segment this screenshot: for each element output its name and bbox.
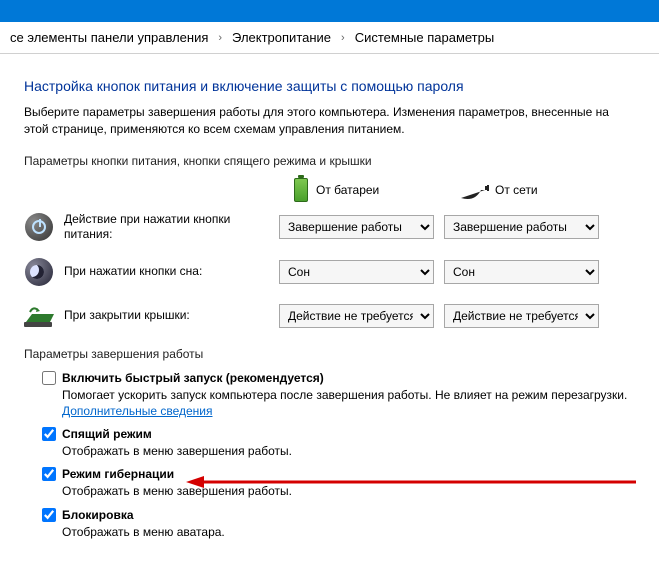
page-title: Настройка кнопок питания и включение защ… [24, 78, 635, 94]
sleep-button-battery-select[interactable]: Сон [279, 260, 434, 284]
row-label-power-button: Действие при нажатии кнопки питания: [64, 212, 279, 243]
power-button-settings: От батареи От сети Действие при нажатии … [24, 178, 635, 331]
sleep-label: Спящий режим [62, 427, 152, 441]
power-button-ac-select[interactable]: Завершение работы [444, 215, 599, 239]
sleep-checkbox[interactable] [42, 427, 56, 441]
breadcrumb-item[interactable]: се элементы панели управления [10, 30, 208, 45]
fast-startup-label: Включить быстрый запуск (рекомендуется) [62, 371, 324, 385]
lid-ac-select[interactable]: Действие не требуется [444, 304, 599, 328]
lock-row: Блокировка [42, 508, 635, 522]
more-info-link[interactable]: Дополнительные сведения [62, 404, 212, 418]
battery-icon [294, 178, 308, 202]
plug-icon [459, 182, 487, 198]
column-label-battery: От батареи [316, 183, 379, 197]
row-power-button: Действие при нажатии кнопки питания: Зав… [24, 212, 635, 243]
breadcrumb-item[interactable]: Электропитание [232, 30, 331, 45]
sleep-desc: Отображать в меню завершения работы. [62, 443, 635, 459]
column-header-ac: От сети [459, 182, 614, 198]
shutdown-settings-section: Параметры завершения работы Включить быс… [24, 347, 635, 540]
power-button-icon [24, 212, 54, 242]
row-label-sleep-button: При нажатии кнопки сна: [64, 264, 279, 280]
lock-desc: Отображать в меню аватара. [62, 524, 635, 540]
power-button-battery-select[interactable]: Завершение работы [279, 215, 434, 239]
hibernate-desc: Отображать в меню завершения работы. [62, 483, 635, 499]
breadcrumb-item[interactable]: Системные параметры [355, 30, 494, 45]
fast-startup-desc: Помогает ускорить запуск компьютера посл… [62, 387, 635, 419]
content-area: Настройка кнопок питания и включение защ… [0, 54, 659, 540]
fast-startup-checkbox[interactable] [42, 371, 56, 385]
hibernate-row: Режим гибернации [42, 467, 635, 481]
row-lid-close: При закрытии крышки: Действие не требует… [24, 301, 635, 331]
sleep-button-ac-select[interactable]: Сон [444, 260, 599, 284]
section-heading-buttons: Параметры кнопки питания, кнопки спящего… [24, 154, 635, 168]
page-subtitle: Выберите параметры завершения работы для… [24, 104, 635, 138]
sleep-button-icon [24, 257, 54, 287]
lid-battery-select[interactable]: Действие не требуется [279, 304, 434, 328]
chevron-right-icon: › [341, 32, 345, 44]
column-label-ac: От сети [495, 183, 538, 197]
lid-icon [24, 301, 54, 331]
breadcrumb: се элементы панели управления › Электроп… [0, 22, 659, 54]
lock-label: Блокировка [62, 508, 134, 522]
column-header-battery: От батареи [294, 178, 449, 202]
section-heading-shutdown: Параметры завершения работы [24, 347, 635, 361]
sleep-row: Спящий режим [42, 427, 635, 441]
chevron-right-icon: › [218, 32, 222, 44]
fast-startup-row: Включить быстрый запуск (рекомендуется) [42, 371, 635, 385]
lock-checkbox[interactable] [42, 508, 56, 522]
row-sleep-button: При нажатии кнопки сна: Сон Сон [24, 257, 635, 287]
window-titlebar [0, 0, 659, 22]
hibernate-checkbox[interactable] [42, 467, 56, 481]
row-label-lid: При закрытии крышки: [64, 308, 279, 324]
hibernate-label: Режим гибернации [62, 467, 174, 481]
